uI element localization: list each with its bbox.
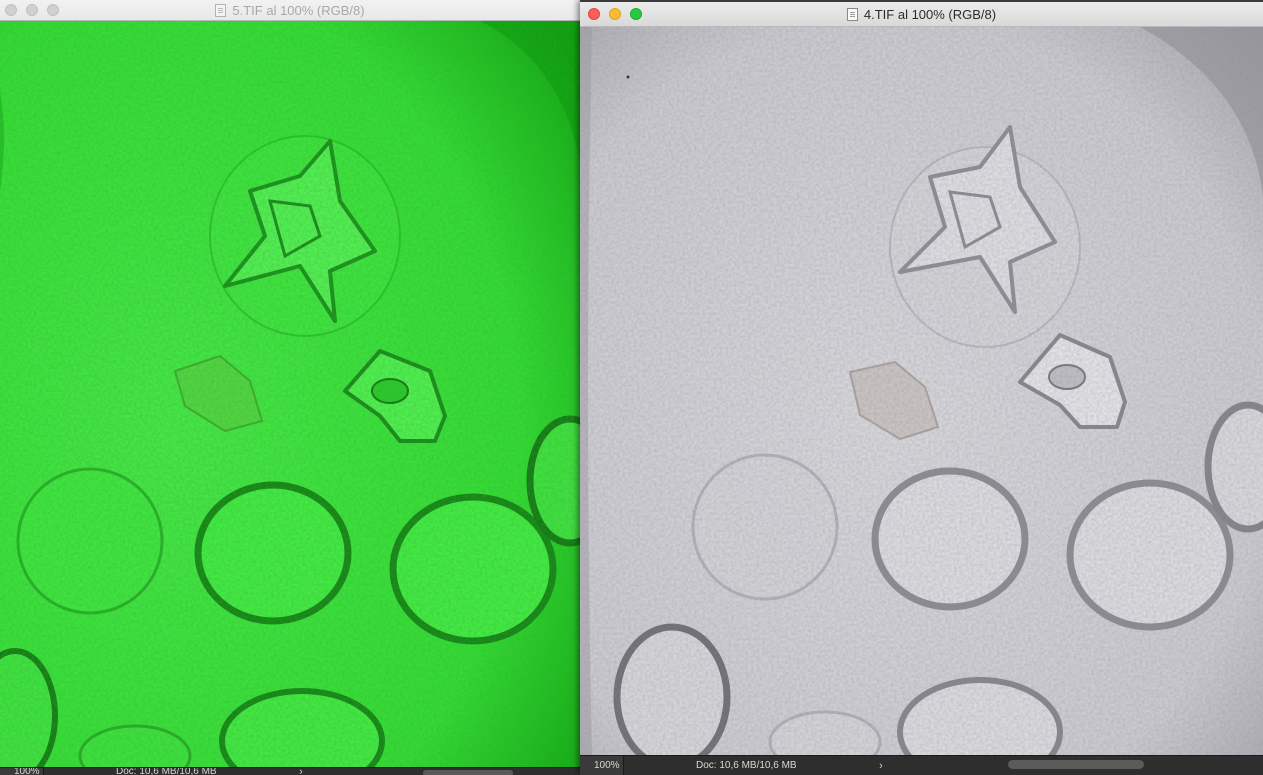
image-window-4tif[interactable]: 4.TIF al 100% (RGB/8) 100% Doc: 10,6 MB/…: [580, 0, 1263, 775]
window-titlebar[interactable]: 5.TIF al 100% (RGB/8): [0, 0, 580, 21]
scrollbar-thumb[interactable]: [1008, 760, 1144, 769]
horizontal-scrollbar[interactable]: [308, 768, 580, 775]
status-bar: 100% Doc: 10,6 MB/10,6 MB ›: [580, 755, 1263, 775]
window-title: 4.TIF al 100% (RGB/8): [863, 6, 997, 22]
image-canvas[interactable]: [0, 21, 580, 768]
close-button[interactable]: [5, 4, 17, 16]
zoom-level[interactable]: 100%: [580, 756, 624, 775]
status-bar: 100% Doc: 10,6 MB/10,6 MB ›: [0, 767, 580, 775]
horizontal-scrollbar[interactable]: [888, 756, 1263, 775]
minimize-button[interactable]: [26, 4, 38, 16]
scrollbar-thumb[interactable]: [423, 770, 513, 775]
close-button[interactable]: [588, 8, 600, 20]
window-title: 5.TIF al 100% (RGB/8): [232, 2, 365, 18]
window-controls: [588, 8, 642, 20]
doc-size: Doc: 10,6 MB/10,6 MB: [696, 760, 797, 771]
zoom-level[interactable]: 100%: [0, 768, 44, 775]
window-controls: [5, 4, 59, 16]
minimize-button[interactable]: [609, 8, 621, 20]
document-icon: [846, 7, 858, 21]
window-titlebar[interactable]: 4.TIF al 100% (RGB/8): [580, 2, 1263, 27]
zoom-button[interactable]: [630, 8, 642, 20]
doc-size: Doc: 10,6 MB/10,6 MB: [116, 767, 217, 775]
zoom-button[interactable]: [47, 4, 59, 16]
image-canvas[interactable]: [580, 27, 1263, 756]
document-icon: [215, 3, 227, 17]
chevron-right-icon[interactable]: ›: [294, 768, 308, 775]
image-window-5tif[interactable]: 5.TIF al 100% (RGB/8) 100% Doc: 10,6 MB/…: [0, 0, 580, 775]
chevron-right-icon[interactable]: ›: [874, 760, 888, 772]
